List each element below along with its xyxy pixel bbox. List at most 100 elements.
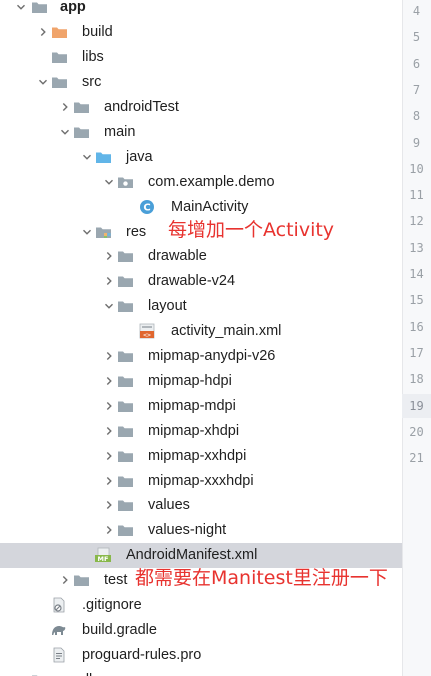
tree-item-androidmanifest-xml[interactable]: MF AndroidManifest.xml — [0, 542, 402, 568]
line-number: 12 — [409, 214, 424, 229]
folder-gray-icon — [116, 397, 134, 415]
tree-item-mipmap-xhdpi[interactable]: mipmap-xhdpi — [0, 418, 402, 443]
tree-item-label: mipmap-anydpi-v26 — [148, 348, 276, 365]
line-number: 9 — [412, 135, 421, 150]
folder-gray-icon — [50, 48, 68, 66]
folder-gray-icon — [30, 671, 48, 676]
tree-item-label: app — [60, 0, 86, 16]
tree-item-build[interactable]: build — [0, 20, 402, 45]
tree-item-label: activity_main.xml — [171, 323, 282, 340]
chevron-right-icon[interactable] — [37, 26, 49, 38]
line-number: 10 — [409, 161, 424, 176]
package-icon — [116, 173, 134, 191]
tree-item-layout[interactable]: layout — [0, 294, 402, 319]
tree-item-label: gradle — [60, 671, 100, 676]
folder-orange-icon — [50, 23, 68, 41]
folder-gray-icon — [116, 422, 134, 440]
tree-item-mipmap-xxxhdpi[interactable]: mipmap-xxxhdpi — [0, 468, 402, 493]
tree-item-values[interactable]: values — [0, 493, 402, 518]
chevron-down-icon[interactable] — [81, 226, 93, 238]
folder-resources-icon — [94, 223, 112, 241]
line-number: 13 — [409, 240, 424, 255]
tree-item-label: test — [104, 572, 128, 589]
chevron-down-icon[interactable] — [103, 176, 115, 188]
tree-item-libs[interactable]: libs — [0, 45, 402, 70]
tree-item-mipmap-xxhdpi[interactable]: mipmap-xxhdpi — [0, 443, 402, 468]
chevron-right-icon[interactable] — [103, 450, 115, 462]
tree-item-label: res — [126, 223, 147, 240]
chevron-right-icon[interactable] — [103, 475, 115, 487]
tree-item-main[interactable]: main — [0, 120, 402, 145]
tree-item-gradle[interactable]: gradle — [0, 667, 402, 676]
line-number: 16 — [409, 319, 424, 334]
tree-item-label: drawable — [148, 248, 207, 265]
tree-item-label: build.gradle — [82, 621, 157, 638]
chevron-right-icon[interactable] — [103, 400, 115, 412]
tree-item-values-night[interactable]: values-night — [0, 518, 402, 543]
chevron-down-icon[interactable] — [81, 151, 93, 163]
chevron-right-icon[interactable] — [59, 101, 71, 113]
chevron-right-icon[interactable] — [103, 499, 115, 511]
chevron-right-icon[interactable] — [103, 524, 115, 536]
folder-gray-icon — [116, 472, 134, 490]
tree-item-label: layout — [148, 298, 187, 315]
tree-item-label: mipmap-hdpi — [148, 372, 232, 389]
tree-item-label: .gitignore — [82, 597, 142, 614]
chevron-right-icon[interactable] — [103, 275, 115, 287]
tree-item-mipmap-anydpi-v26[interactable]: mipmap-anydpi-v26 — [0, 344, 402, 369]
tree-item-java[interactable]: java — [0, 144, 402, 169]
folder-gray-icon — [30, 0, 48, 16]
folder-gray-icon — [116, 521, 134, 539]
tree-item-mipmap-hdpi[interactable]: mipmap-hdpi — [0, 369, 402, 394]
tree-item-label: com.example.demo — [148, 173, 275, 190]
tree-item-app[interactable]: app — [0, 0, 402, 20]
chevron-right-icon[interactable] — [103, 350, 115, 362]
svg-text:<>: <> — [143, 331, 151, 339]
chevron-right-icon[interactable] — [103, 425, 115, 437]
tree-item-gitignore[interactable]: .gitignore — [0, 593, 402, 618]
chevron-right-icon[interactable] — [59, 574, 71, 586]
tree-item-activity-main-xml[interactable]: <> activity_main.xml — [0, 319, 402, 344]
line-number: 11 — [409, 188, 424, 203]
chevron-down-icon[interactable] — [103, 300, 115, 312]
line-number: 17 — [409, 345, 424, 360]
folder-gray-icon — [116, 272, 134, 290]
folder-gray-icon — [72, 571, 90, 589]
tree-item-label: java — [126, 148, 153, 165]
folder-gray-icon — [72, 98, 90, 116]
line-number: 6 — [412, 56, 421, 71]
text-file-icon — [50, 646, 68, 664]
folder-gray-icon — [116, 496, 134, 514]
tree-item-label: androidTest — [104, 99, 179, 116]
chevron-right-icon[interactable] — [103, 375, 115, 387]
tree-item-drawable-v24[interactable]: drawable-v24 — [0, 269, 402, 294]
folder-blue-icon — [94, 148, 112, 166]
line-number: 8 — [412, 109, 421, 124]
gitignore-icon — [50, 596, 68, 614]
folder-gray-icon — [50, 73, 68, 91]
line-number: 19 — [402, 393, 431, 418]
tree-item-drawable[interactable]: drawable — [0, 244, 402, 269]
tree-item-proguard-rules-pro[interactable]: proguard-rules.pro — [0, 642, 402, 667]
tree-item-src[interactable]: src — [0, 70, 402, 95]
line-number: 20 — [409, 424, 424, 439]
chevron-down-icon[interactable] — [37, 76, 49, 88]
tree-item-mipmap-mdpi[interactable]: mipmap-mdpi — [0, 393, 402, 418]
chevron-down-icon[interactable] — [15, 1, 27, 13]
tree-item-mainactivity[interactable]: C MainActivity — [0, 194, 402, 219]
tree-item-com-example-demo[interactable]: com.example.demo — [0, 169, 402, 194]
folder-gray-icon — [72, 123, 90, 141]
tree-item-label: proguard-rules.pro — [82, 646, 202, 663]
tree-item-label: libs — [82, 49, 104, 66]
svg-text:MF: MF — [98, 555, 109, 563]
tree-item-label: drawable-v24 — [148, 273, 236, 290]
tree-item-androidtest[interactable]: androidTest — [0, 95, 402, 120]
svg-text:C: C — [143, 202, 150, 213]
gradle-icon — [50, 621, 68, 639]
chevron-down-icon[interactable] — [59, 126, 71, 138]
tree-item-build-gradle[interactable]: build.gradle — [0, 618, 402, 643]
annotation-note: 都需要在Manitest里注册一下 — [135, 567, 388, 590]
tree-item-label: build — [82, 24, 113, 41]
chevron-right-icon[interactable] — [103, 250, 115, 262]
line-number: 14 — [409, 267, 424, 281]
